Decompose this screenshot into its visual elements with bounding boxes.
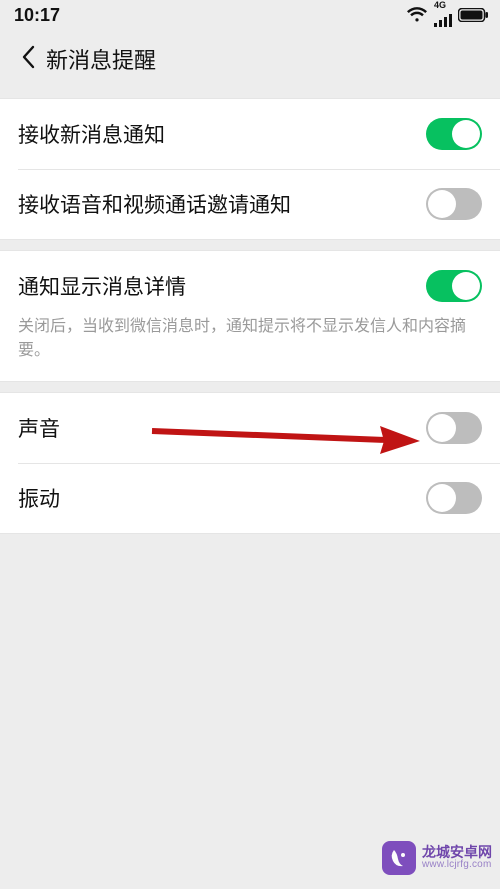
row-label: 通知显示消息详情 bbox=[18, 271, 186, 301]
watermark-logo-icon bbox=[382, 841, 416, 875]
settings-group: 声音 振动 bbox=[0, 392, 500, 534]
toggle-receive-new-message[interactable] bbox=[426, 118, 482, 150]
header: 新消息提醒 bbox=[0, 30, 500, 88]
watermark: 龙城安卓网 www.lcjrfg.com bbox=[382, 841, 492, 875]
back-button[interactable] bbox=[10, 41, 46, 77]
toggle-vibrate[interactable] bbox=[426, 482, 482, 514]
page-title: 新消息提醒 bbox=[46, 43, 156, 75]
settings-group: 接收新消息通知 接收语音和视频通话邀请通知 bbox=[0, 98, 500, 240]
row-description: 关闭后，当收到微信消息时，通知提示将不显示发信人和内容摘要。 bbox=[0, 315, 500, 381]
watermark-url: www.lcjrfg.com bbox=[422, 860, 492, 871]
row-label: 接收语音和视频通话邀请通知 bbox=[18, 189, 291, 219]
status-time: 10:17 bbox=[14, 5, 60, 26]
toggle-show-detail[interactable] bbox=[426, 270, 482, 302]
row-label: 声音 bbox=[18, 413, 60, 443]
settings-group: 通知显示消息详情 关闭后，当收到微信消息时，通知提示将不显示发信人和内容摘要。 bbox=[0, 250, 500, 382]
wifi-icon bbox=[406, 7, 428, 23]
status-right: 4G bbox=[406, 3, 488, 27]
row-vibrate[interactable]: 振动 bbox=[0, 463, 500, 533]
signal-icon: 4G bbox=[434, 3, 452, 27]
chevron-left-icon bbox=[21, 45, 35, 74]
row-sound[interactable]: 声音 bbox=[0, 393, 500, 463]
status-bar: 10:17 4G bbox=[0, 0, 500, 30]
battery-icon bbox=[458, 8, 488, 22]
row-label: 接收新消息通知 bbox=[18, 119, 165, 149]
row-show-detail[interactable]: 通知显示消息详情 bbox=[0, 251, 500, 321]
toggle-receive-call-invite[interactable] bbox=[426, 188, 482, 220]
row-receive-new-message[interactable]: 接收新消息通知 bbox=[0, 99, 500, 169]
row-receive-call-invite[interactable]: 接收语音和视频通话邀请通知 bbox=[0, 169, 500, 239]
row-label: 振动 bbox=[18, 483, 60, 513]
watermark-title: 龙城安卓网 bbox=[422, 845, 492, 860]
toggle-sound[interactable] bbox=[426, 412, 482, 444]
